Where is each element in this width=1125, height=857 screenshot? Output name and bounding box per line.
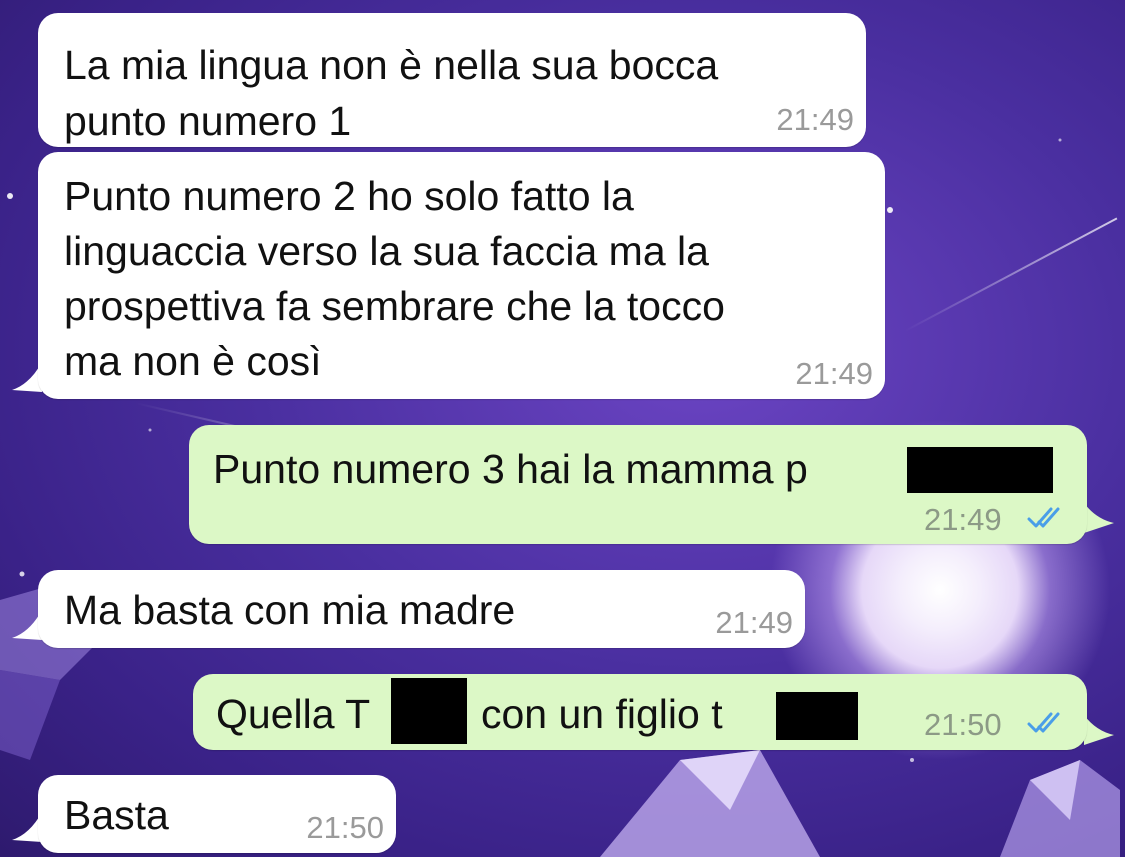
message-bubble-incoming[interactable]: La mia lingua non è nella sua bocca punt… <box>38 13 866 147</box>
message-timestamp: 21:49 <box>715 605 793 640</box>
read-double-check-icon <box>1027 712 1060 733</box>
redaction-block <box>776 692 858 740</box>
redaction-block <box>391 678 467 744</box>
message-bubble-outgoing[interactable]: Punto numero 3 hai la mamma p 21:49 <box>189 425 1087 544</box>
message-text: Ma basta con mia madre <box>64 587 516 633</box>
message-timestamp: 21:49 <box>776 102 854 137</box>
bubble-tail-outgoing <box>1084 503 1114 533</box>
message-timestamp: 21:50 <box>924 707 1002 742</box>
message-text-part: Quella T <box>216 691 371 737</box>
message-bubble-incoming[interactable]: Punto numero 2 ho solo fatto la linguacc… <box>38 152 885 399</box>
message-text-line: punto numero 1 <box>64 98 352 144</box>
message-bubble-outgoing[interactable]: Quella T con un figlio t 21:50 <box>193 674 1087 750</box>
message-text-line: linguaccia verso la sua faccia ma la <box>64 228 709 274</box>
message-timestamp: 21:49 <box>795 356 873 391</box>
message-bubble-incoming[interactable]: Basta 21:50 <box>38 775 396 853</box>
message-text-line: La mia lingua non è nella sua bocca <box>64 42 719 88</box>
bubble-tail-outgoing <box>1084 715 1114 745</box>
message-text-line: Punto numero 2 ho solo fatto la <box>64 173 634 219</box>
message-timestamp: 21:50 <box>306 810 384 845</box>
message-text: Punto numero 3 hai la mamma p <box>213 446 808 492</box>
redaction-block <box>907 447 1053 493</box>
message-timestamp: 21:49 <box>924 502 1002 537</box>
message-text-line: ma non è così <box>64 338 322 384</box>
message-bubble-incoming[interactable]: Ma basta con mia madre 21:49 <box>38 570 805 648</box>
message-text-part: con un figlio t <box>481 691 723 737</box>
message-text-line: prospettiva fa sembrare che la tocco <box>64 283 725 329</box>
message-text: Basta <box>64 792 169 838</box>
read-double-check-icon <box>1027 507 1060 528</box>
